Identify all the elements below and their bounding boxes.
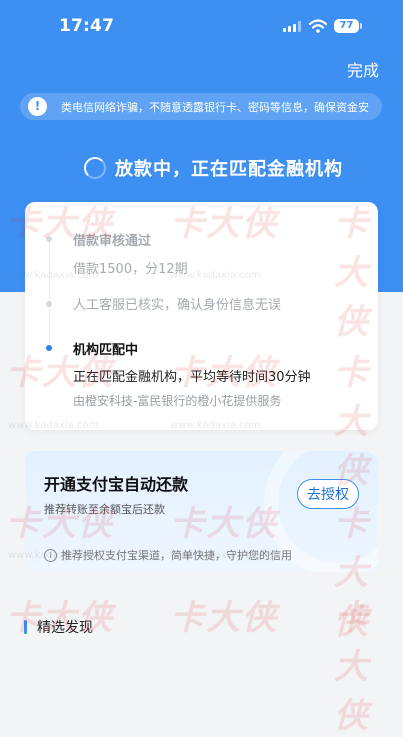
- discover-section-header: 精选发现: [24, 618, 93, 636]
- timeline-step-3: 机构匹配中 正在匹配金融机构，平均等待时间30分钟 由橙安科技-富民银行的橙小花…: [73, 339, 311, 409]
- done-button[interactable]: 完成: [347, 57, 379, 81]
- promo-footnote: i 推荐授权支付宝渠道，简单快捷，守护您的信用: [44, 547, 292, 563]
- promo-description: 推荐转账至余额宝后还款: [44, 503, 165, 516]
- step-1-title: 借款审核通过: [73, 234, 152, 249]
- timeline-line: [49, 240, 50, 350]
- progress-timeline-card: 借款审核通过 借款1500，分12期 人工客服已核实，确认身份信息无误 机构匹配…: [25, 202, 378, 430]
- timeline-dot-step-1: [46, 236, 52, 242]
- watermark-logo: 卡大侠: [170, 598, 278, 638]
- cellular-signal-icon: [283, 21, 301, 32]
- authorize-button[interactable]: 去授权: [297, 479, 359, 509]
- timeline-dot-step-3-active: [46, 345, 52, 351]
- alipay-autopay-card: 开通支付宝自动还款 推荐转账至余额宝后还款 去授权 i 推荐授权支付宝渠道，简单…: [25, 451, 378, 572]
- section-accent-bar: [24, 620, 27, 634]
- discover-section-title: 精选发现: [37, 620, 93, 636]
- step-3-provider: 由橙安科技-富民银行的橙小花提供服务: [73, 394, 282, 408]
- shield-icon: !: [28, 97, 47, 116]
- timeline-step-2: 人工客服已核实，确认身份信息无误: [73, 294, 281, 313]
- status-bar: 17:47 77: [0, 0, 403, 52]
- step-2-detail: 人工客服已核实，确认身份信息无误: [73, 298, 282, 313]
- step-3-detail: 正在匹配金融机构，平均等待时间30分钟: [73, 370, 311, 385]
- info-icon: i: [44, 548, 57, 562]
- battery-icon: 77: [334, 19, 359, 33]
- loading-status-text: 放款中，正在匹配金融机构: [115, 159, 343, 180]
- status-time: 17:47: [59, 16, 115, 36]
- wifi-icon: [309, 19, 327, 33]
- step-1-detail: 借款1500，分12期: [73, 262, 188, 277]
- step-3-title: 机构匹配中: [73, 343, 139, 358]
- watermark-logo: 卡大侠: [334, 598, 370, 736]
- promo-title: 开通支付宝自动还款: [44, 475, 189, 494]
- security-notice-text: 类电信网络诈骗，不随意透露银行卡、密码等信息，确保资金安: [61, 101, 369, 114]
- timeline-dot-step-2: [46, 301, 52, 307]
- loading-status: 放款中，正在匹配金融机构: [84, 155, 343, 181]
- promo-footnote-text: 推荐授权支付宝渠道，简单快捷，守护您的信用: [61, 549, 292, 562]
- battery-tip: [360, 23, 362, 29]
- loading-spinner-icon: [84, 157, 106, 179]
- security-notice-banner: ! 类电信网络诈骗，不随意透露银行卡、密码等信息，确保资金安: [20, 93, 382, 120]
- timeline-step-1: 借款审核通过 借款1500，分12期: [73, 230, 188, 277]
